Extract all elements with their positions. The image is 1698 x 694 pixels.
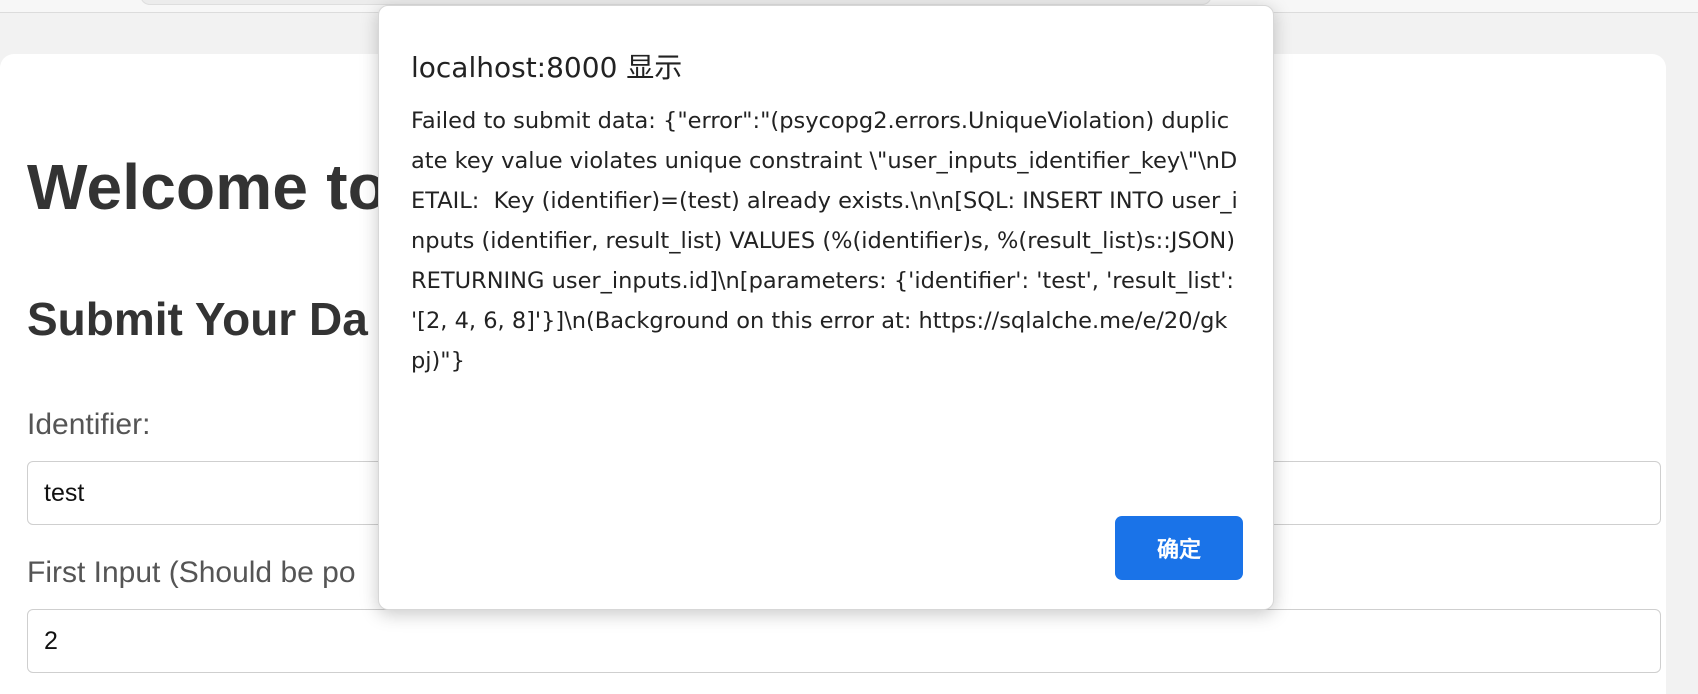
alert-dialog: localhost:8000 显示 Failed to submit data:… bbox=[378, 5, 1274, 610]
first-input-label: First Input (Should be po bbox=[27, 556, 356, 589]
section-title: Submit Your Da bbox=[27, 293, 368, 345]
first-input-field[interactable] bbox=[27, 609, 1661, 673]
identifier-label: Identifier: bbox=[27, 408, 151, 441]
dialog-title: localhost:8000 显示 bbox=[411, 51, 683, 84]
dialog-message: Failed to submit data: {"error":"(psycop… bbox=[411, 108, 1243, 374]
ok-button[interactable]: 确定 bbox=[1115, 516, 1243, 580]
page-title: Welcome to bbox=[27, 151, 387, 223]
